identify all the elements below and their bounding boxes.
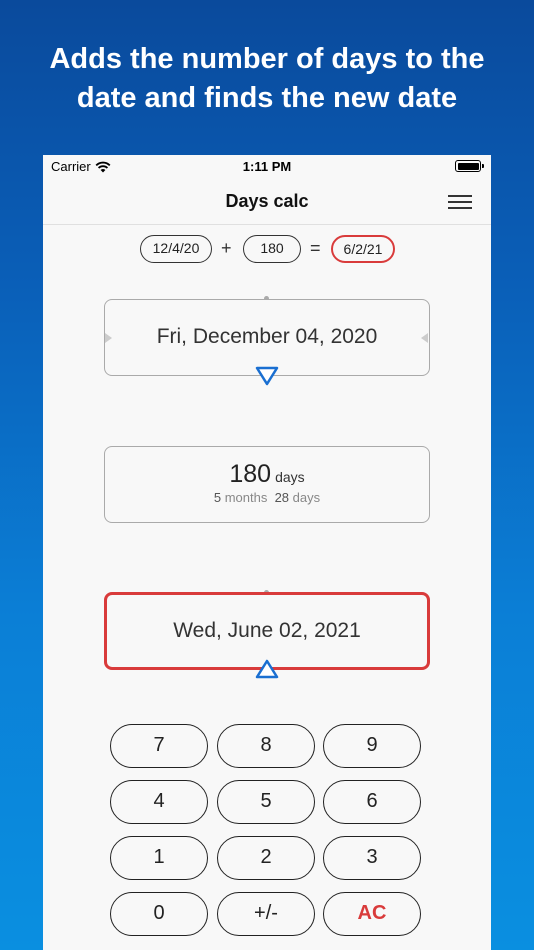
up-triangle-icon[interactable] <box>255 658 279 680</box>
down-triangle-icon[interactable] <box>255 365 279 387</box>
days-unit: days <box>275 469 305 485</box>
key-7[interactable]: 7 <box>110 724 208 768</box>
days-value: 180 <box>229 460 272 488</box>
key-6[interactable]: 6 <box>323 780 421 824</box>
key-0[interactable]: 0 <box>110 892 208 936</box>
headline-line-1: Adds the number of days to the <box>49 43 485 75</box>
key-8[interactable]: 8 <box>217 724 315 768</box>
hamburger-menu-icon[interactable] <box>448 194 472 210</box>
status-bar: Carrier 1:11 PM <box>43 155 491 177</box>
status-time: 1:11 PM <box>242 159 292 174</box>
plus-sign: + <box>221 238 232 258</box>
start-date-text: Fri, December 04, 2020 <box>156 325 378 348</box>
summary-start-date: 12/4/20 <box>140 235 212 263</box>
phone-screen: Carrier 1:11 PM Days calc 12/4/20 + 180 … <box>43 155 491 950</box>
key-5[interactable]: 5 <box>217 780 315 824</box>
headline-line-2: date and finds the new date <box>76 82 458 114</box>
days-breakdown: 5 months 28 days <box>105 490 429 505</box>
result-date-text: Wed, June 02, 2021 <box>173 619 361 642</box>
days-card[interactable]: 180 days 5 months 28 days <box>104 446 430 523</box>
months-value: 5 <box>213 490 222 505</box>
remaining-days-value: 28 <box>274 490 290 505</box>
nav-title: Days calc <box>225 191 309 211</box>
remaining-days-label: days <box>292 490 321 505</box>
summary-result-date: 6/2/21 <box>331 235 395 263</box>
left-arrow-icon[interactable] <box>105 333 112 343</box>
equals-sign: = <box>310 238 321 258</box>
key-1[interactable]: 1 <box>110 836 208 880</box>
all-clear-button[interactable]: AC <box>323 892 421 936</box>
key-3[interactable]: 3 <box>323 836 421 880</box>
key-2[interactable]: 2 <box>217 836 315 880</box>
summary-days: 180 <box>243 235 301 263</box>
days-main: 180 days <box>105 460 429 489</box>
navigation-bar: Days calc <box>43 177 491 225</box>
right-arrow-icon[interactable] <box>421 333 428 343</box>
months-label: months <box>224 490 268 505</box>
equation-summary: 12/4/20 + 180 = 6/2/21 <box>43 235 491 263</box>
sign-toggle-button[interactable]: +/- <box>217 892 315 936</box>
key-9[interactable]: 9 <box>323 724 421 768</box>
key-4[interactable]: 4 <box>110 780 208 824</box>
battery-icon <box>455 160 484 172</box>
promo-headline: Adds the number of days to the date and … <box>0 40 534 118</box>
